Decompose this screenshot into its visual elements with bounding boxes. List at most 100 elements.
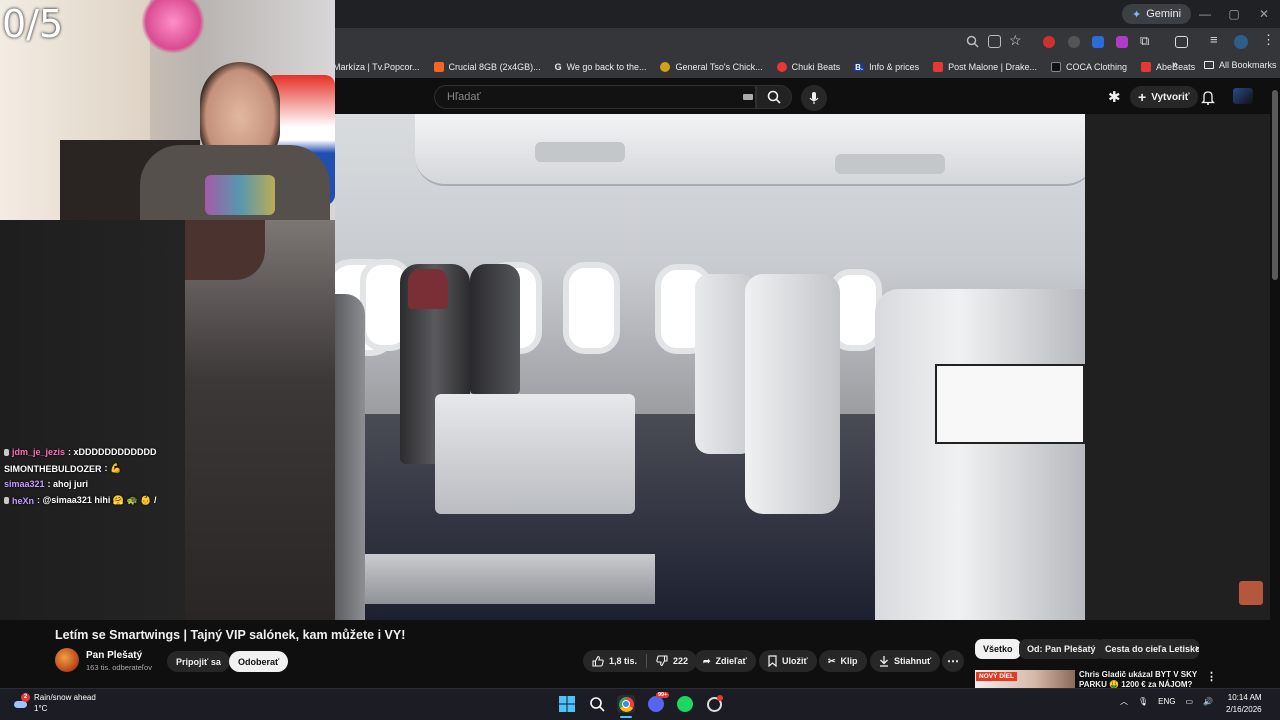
overhead-bins (415, 114, 1085, 186)
save-label: Uložiť (782, 656, 808, 666)
bookmark-label: We go back to the... (566, 62, 647, 72)
dislike-count: 222 (673, 656, 689, 666)
chat-message: SIMONTHEBULDOZER : 💪 (4, 463, 121, 474)
account-avatar[interactable] (1233, 88, 1253, 104)
zoom-icon[interactable] (966, 35, 979, 48)
video-player[interactable] (335, 114, 1085, 620)
streamer-webcam: 0/5 (0, 0, 335, 220)
bookmark-item[interactable]: Crucial 8GB (2x4GB)... (433, 62, 541, 72)
extension-star-icon[interactable]: ✱ (1108, 88, 1121, 106)
extension-grey-icon[interactable] (1068, 36, 1080, 48)
clip-button[interactable]: ✂ Klip (819, 650, 867, 672)
all-bookmarks-label: All Bookmarks (1219, 60, 1277, 70)
spotify-taskbar-icon[interactable] (676, 695, 694, 713)
bookmark-item[interactable]: Markíza | Tv.Popcor... (333, 62, 420, 72)
gemini-button[interactable]: ✦ Gemini (1122, 4, 1192, 24)
channel-subscribers: 163 tis. odberateľov (86, 663, 152, 672)
chip-from-channel[interactable]: Od: Pan Plešatý (1019, 639, 1104, 659)
search-input[interactable] (445, 90, 729, 104)
dislike-button[interactable]: 222 (647, 650, 697, 672)
bookmark-item[interactable]: COCA Clothing (1051, 62, 1127, 72)
extension-blue-icon[interactable] (1092, 36, 1104, 48)
chips-next-icon[interactable]: › (1195, 641, 1199, 655)
extensions-puzzle-icon[interactable]: ⧉ (1140, 33, 1149, 49)
chrome-taskbar-icon[interactable] (617, 695, 635, 713)
all-bookmarks-button[interactable]: All Bookmarks (1204, 60, 1277, 70)
extension-purple-icon[interactable] (1116, 36, 1128, 48)
profile-avatar[interactable] (1234, 35, 1248, 49)
discord-taskbar-icon[interactable]: 99+ (647, 692, 670, 713)
share-label: Zdieľať (715, 656, 747, 666)
booking-icon: B. (854, 62, 865, 72)
app-taskbar-icon[interactable] (705, 694, 723, 713)
bookmarks-overflow-button[interactable]: » (1172, 59, 1178, 71)
install-app-icon[interactable] (988, 35, 1001, 48)
download-label: Stiahnuť (894, 656, 932, 666)
taskbar-clock[interactable]: 10:14 AM 2/16/2026 (1226, 692, 1262, 716)
bookmark-label: COCA Clothing (1066, 62, 1128, 72)
subscribe-button[interactable]: Odoberať (229, 651, 289, 672)
bookmark-item[interactable]: G We go back to the... (555, 62, 647, 72)
notifications-bell-icon[interactable] (1201, 90, 1215, 105)
taskbar-search-icon[interactable] (588, 695, 606, 713)
save-button[interactable]: Uložiť (759, 650, 817, 672)
windows-start-icon[interactable] (558, 695, 576, 713)
bookmark-favicon-icon (776, 62, 787, 72)
browser-menu-icon[interactable]: ⋮ (1262, 32, 1275, 48)
keyboard-icon[interactable] (743, 94, 753, 100)
near-seat (335, 294, 365, 620)
bookmark-item[interactable]: General Tso's Chick... (660, 62, 763, 72)
search-button[interactable] (756, 85, 792, 109)
display-icon[interactable]: ▭ (1186, 697, 1194, 706)
bookmark-label: Info & prices (869, 62, 920, 72)
close-window-button[interactable]: ✕ (1249, 4, 1279, 24)
system-tray: ︿ 🎙 ENG ▭ 🔊 (1120, 696, 1213, 707)
search-box[interactable] (434, 85, 756, 109)
clock-date: 2/16/2026 (1226, 705, 1262, 714)
create-button[interactable]: + Vytvoriť (1130, 86, 1198, 108)
chip-all[interactable]: Všetko (975, 639, 1021, 659)
bookmark-item[interactable]: Chuki Beats (776, 62, 840, 72)
join-button[interactable]: Pripojiť sa (167, 651, 230, 672)
microphone-tray-icon[interactable]: 🎙 (1138, 697, 1148, 706)
download-button[interactable]: Stiahnuť (870, 650, 941, 672)
volume-icon[interactable]: 🔊 (1203, 697, 1213, 706)
more-actions-button[interactable]: ⋯ (942, 650, 964, 672)
voice-search-button[interactable] (801, 85, 827, 111)
media-controls-icon[interactable]: ≡ (1210, 32, 1218, 47)
share-button[interactable]: ➦ Zdieľať (694, 650, 756, 672)
weather-forecast: Rain/snow ahead (34, 693, 96, 702)
seat-edge (185, 220, 335, 620)
maximize-button[interactable]: ▢ (1219, 4, 1249, 24)
scrollbar-thumb[interactable] (1272, 90, 1278, 280)
chat-username: heXn (12, 495, 35, 506)
scissors-icon: ✂ (828, 655, 836, 666)
cabin-window (563, 262, 620, 354)
bookmark-star-icon[interactable]: ☆ (1009, 32, 1022, 49)
video-title: Letím se Smartwings | Tajný VIP salónek,… (55, 628, 406, 642)
extension-red-icon[interactable] (1043, 36, 1055, 48)
like-button[interactable]: 1,8 tis. (583, 650, 646, 672)
bookmark-item[interactable]: B. Info & prices (854, 62, 919, 72)
seat-back (470, 264, 520, 394)
minimize-button[interactable]: — (1190, 4, 1220, 24)
chip-topic[interactable]: Cesta do cieľa Letisko (1097, 639, 1199, 659)
side-panel-icon[interactable] (1175, 36, 1188, 48)
chat-text: : @simaa321 hihi 🤗 🐢 👶 / (37, 495, 157, 505)
bookmark-favicon-icon (433, 62, 444, 72)
bookmark-label: Crucial 8GB (2x4GB)... (448, 62, 541, 72)
weather-widget[interactable]: 2 Rain/snow ahead 1°C (14, 692, 96, 714)
channel-avatar[interactable] (55, 648, 79, 672)
recommended-video-title[interactable]: Chris Gladič ukázal BYT V SKY PARKU 🤑 12… (1079, 670, 1199, 688)
recommended-video-menu-icon[interactable]: ⋮ (1206, 670, 1217, 683)
tray-overflow-icon[interactable]: ︿ (1120, 696, 1128, 707)
channel-name[interactable]: Pan Plešatý (86, 650, 142, 661)
gemini-label: Gemini (1146, 8, 1182, 20)
bookmark-item[interactable]: AbeBeats (1141, 62, 1195, 72)
bookmark-favicon-icon (933, 62, 944, 72)
like-count: 1,8 tis. (609, 656, 638, 666)
chat-message: simaa321 : ahoj juri (4, 479, 88, 489)
bookmark-item[interactable]: Post Malone | Drake... (933, 62, 1037, 72)
weather-temperature: 1°C (34, 704, 48, 713)
language-indicator[interactable]: ENG (1158, 697, 1175, 706)
